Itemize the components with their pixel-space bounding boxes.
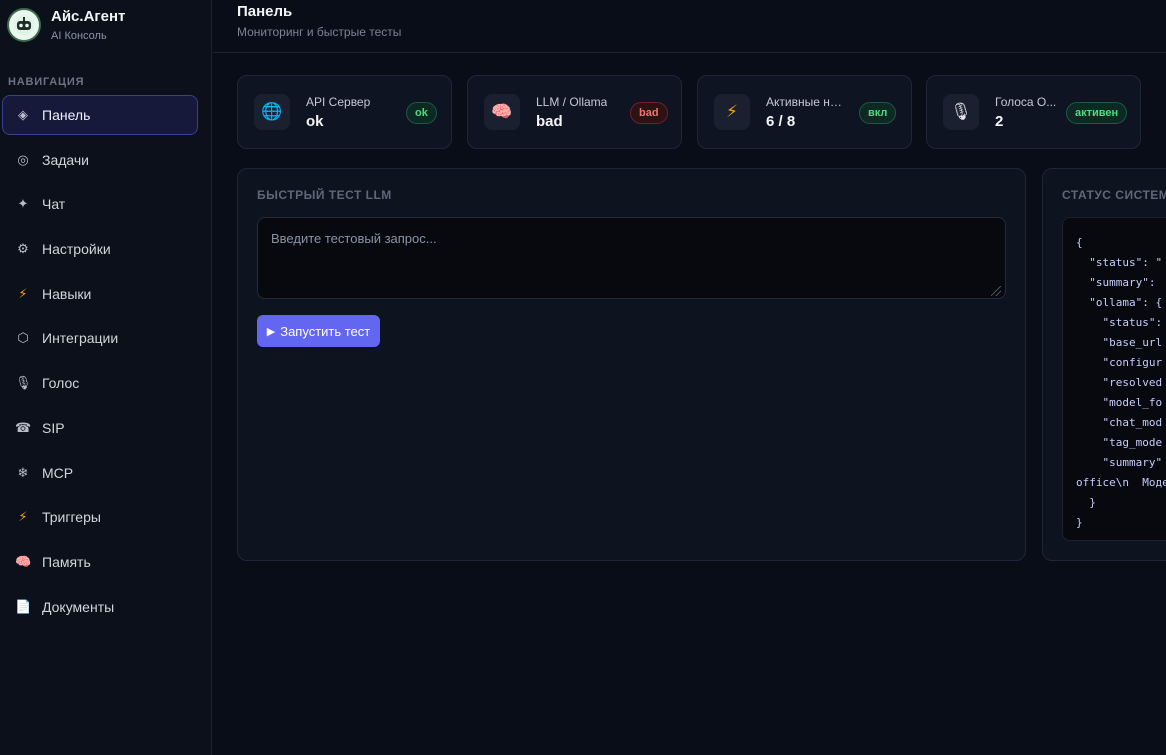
run-test-label: Запустить тест (280, 323, 371, 339)
sidebar-item-label: Документы (42, 598, 115, 615)
play-icon: ▶ (266, 325, 276, 338)
status-badge: ok (406, 102, 437, 124)
snowflake-icon: ❄ (17, 464, 29, 480)
microphone-icon: 🎙 (15, 375, 32, 391)
lightning-icon: ⚡ (18, 285, 28, 301)
sidebar-item-settings[interactable]: ⚙ Настройки (2, 229, 198, 269)
stat-value: 6 / 8 (766, 113, 796, 130)
status-badge: вкл (859, 102, 897, 124)
panel-title: БЫСТРЫЙ ТЕСТ LLM (257, 188, 392, 202)
sparkle-icon: ✦ (17, 196, 29, 212)
resize-handle-icon[interactable] (991, 286, 1001, 296)
sidebar-item-label: Память (42, 553, 91, 570)
nav-list: ◈ Панель ◎ Задачи ✦ Чат ⚙ Настройки ⚡ На… (0, 95, 212, 631)
status-badge: активен (1066, 102, 1128, 124)
globe-icon: 🌐 (254, 94, 290, 130)
sidebar-item-label: SIP (42, 419, 65, 436)
panel-title: СТАТУС СИСТЕМ (1062, 188, 1166, 202)
hexagon-icon: ⬡ (17, 330, 29, 346)
microphone-icon: 🎙 (943, 94, 979, 130)
stat-label: API Сервер (306, 95, 371, 109)
brand-name: Айс.Агент (51, 8, 126, 25)
stat-card-api-server: 🌐 API Сервер ok ok (237, 75, 452, 149)
stat-card-active-skills: ⚡ Активные на... 6 / 8 вкл (697, 75, 912, 149)
stat-value: ok (306, 113, 324, 130)
gear-icon: ⚙ (17, 241, 29, 257)
brain-icon: 🧠 (484, 94, 520, 130)
sidebar-item-label: Триггеры (42, 509, 101, 526)
sidebar-item-label: Навыки (42, 285, 92, 302)
sidebar-item-label: MCP (42, 464, 74, 481)
status-badge: bad (630, 102, 668, 124)
brand-subtitle: AI Консоль (51, 30, 107, 42)
sidebar-item-label: Настройки (42, 241, 111, 258)
status-json-viewer[interactable]: { "status": " "summary": "ollama": { "st… (1062, 217, 1166, 541)
robot-logo-icon (7, 8, 41, 42)
sidebar-item-integrations[interactable]: ⬡ Интеграции (2, 318, 198, 358)
sidebar-item-label: Чат (42, 196, 66, 213)
sidebar: Айс.Агент AI Консоль НАВИГАЦИЯ ◈ Панель … (0, 0, 212, 755)
target-icon: ◎ (17, 151, 29, 167)
sidebar-item-tasks[interactable]: ◎ Задачи (2, 140, 198, 180)
sidebar-item-label: Интеграции (42, 330, 119, 347)
sidebar-item-label: Голос (42, 375, 80, 392)
page-subtitle: Мониторинг и быстрые тесты (237, 25, 402, 39)
stat-value: bad (536, 113, 563, 130)
diamond-icon: ◈ (18, 107, 28, 122)
sidebar-item-panel[interactable]: ◈ Панель (2, 95, 198, 135)
nav-heading: НАВИГАЦИЯ (8, 76, 85, 88)
brain-icon: 🧠 (15, 553, 32, 569)
stat-value: 2 (995, 113, 1004, 130)
test-prompt-input[interactable] (257, 217, 1006, 299)
sidebar-item-skills[interactable]: ⚡ Навыки (2, 274, 198, 314)
brand[interactable]: Айс.Агент AI Консоль (7, 8, 125, 42)
sidebar-item-mcp[interactable]: ❄ MCP (2, 453, 198, 493)
status-json-text: { "status": " "summary": "ollama": { "st… (1076, 236, 1166, 529)
sidebar-item-chat[interactable]: ✦ Чат (2, 184, 198, 224)
lightning-icon: ⚡ (714, 94, 750, 130)
sidebar-item-voice[interactable]: 🎙 Голос (2, 363, 198, 403)
stat-label: LLM / Ollama (536, 95, 608, 109)
sidebar-item-triggers[interactable]: ⚡ Триггеры (2, 497, 198, 537)
stat-label: Голоса О... (995, 95, 1057, 109)
sidebar-item-sip[interactable]: ☎ SIP (2, 408, 198, 448)
page-title: Панель (237, 3, 293, 20)
sidebar-item-label: Панель (42, 107, 91, 123)
lightning-icon: ⚡ (18, 509, 28, 525)
sidebar-item-documents[interactable]: 📄 Документы (2, 587, 198, 627)
stat-card-llm-ollama: 🧠 LLM / Ollama bad bad (467, 75, 682, 149)
sidebar-item-memory[interactable]: 🧠 Память (2, 542, 198, 582)
stat-label: Активные на... (766, 95, 844, 109)
sidebar-item-label: Задачи (42, 151, 90, 168)
run-test-button[interactable]: ▶ Запустить тест (257, 315, 380, 347)
system-status-panel: СТАТУС СИСТЕМ { "status": " "summary": "… (1042, 168, 1166, 561)
document-icon: 📄 (15, 598, 32, 614)
telephone-icon: ☎ (15, 419, 32, 435)
llm-test-panel: БЫСТРЫЙ ТЕСТ LLM ▶ Запустить тест (237, 168, 1026, 561)
stat-card-voices: 🎙 Голоса О... 2 активен (926, 75, 1141, 149)
page-header: Панель Мониторинг и быстрые тесты (213, 0, 1166, 53)
